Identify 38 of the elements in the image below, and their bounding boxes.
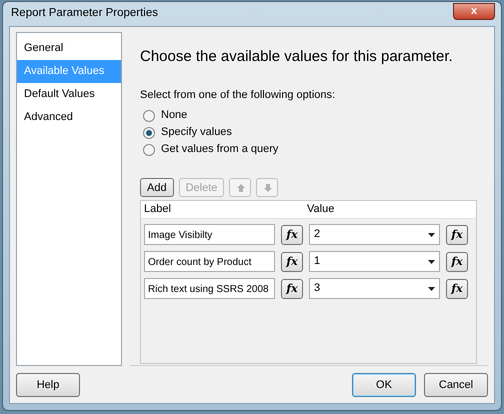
value-dropdown[interactable]: 3	[309, 278, 440, 299]
sidebar-item[interactable]: Advanced	[17, 106, 121, 129]
dropdown-value: 1	[314, 254, 320, 270]
expression-button[interactable]: fx	[446, 252, 468, 272]
value-dropdown[interactable]: 2	[309, 224, 440, 245]
dropdown-value: 2	[314, 227, 320, 242]
cancel-button[interactable]: Cancel	[424, 373, 488, 397]
value-dropdown[interactable]: 1	[309, 251, 440, 272]
radio-button[interactable]	[143, 126, 155, 138]
expression-button[interactable]: fx	[281, 278, 303, 298]
radio-label[interactable]: Specify values	[161, 124, 232, 141]
caret-icon	[428, 286, 435, 290]
up-arrow-icon	[236, 182, 246, 193]
label-field[interactable]: Order count by Product	[144, 251, 275, 272]
sidebar-item[interactable]: General	[17, 37, 121, 60]
radio-label[interactable]: Get values from a query	[161, 141, 278, 158]
help-button[interactable]: Help	[16, 373, 80, 397]
radio-button[interactable]	[143, 144, 155, 156]
radio-label[interactable]: None	[161, 107, 188, 124]
window-title: Report Parameter Properties	[10, 6, 158, 22]
expression-button[interactable]: fx	[281, 252, 303, 272]
expression-button[interactable]: fx	[446, 278, 468, 298]
label-field[interactable]: Image Visibilty	[144, 224, 275, 245]
column-header: Value	[307, 202, 334, 218]
caret-icon	[428, 260, 435, 264]
caret-icon	[428, 232, 435, 236]
expression-button[interactable]: fx	[446, 224, 468, 244]
column-header: Label	[143, 202, 172, 218]
label-field[interactable]: Rich text using SSRS 2008	[144, 278, 275, 299]
toolbar-button[interactable]: Add	[140, 178, 174, 197]
down-arrow-icon	[263, 182, 274, 193]
dropdown-value: 3	[314, 281, 320, 296]
panel-heading: Choose the available values for this parameter.	[140, 47, 454, 67]
expression-button[interactable]: fx	[281, 224, 303, 244]
sidebar-item[interactable]: Default Values	[17, 83, 121, 106]
radio-button[interactable]	[143, 110, 155, 122]
options-label: Select from one of the following options:	[140, 88, 336, 102]
ok-button[interactable]: OK	[352, 373, 416, 397]
